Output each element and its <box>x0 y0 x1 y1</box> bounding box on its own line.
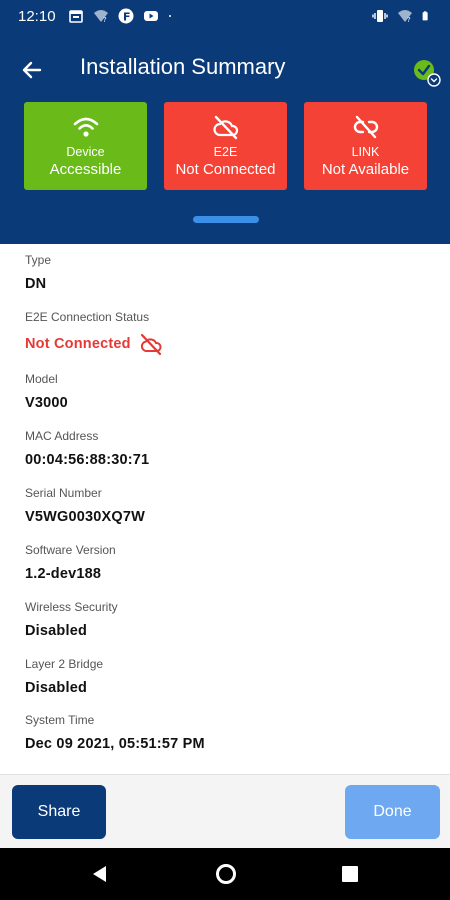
detail-value: Dec 09 2021, 05:51:57 PM <box>25 736 205 752</box>
detail-value: DN <box>25 276 47 292</box>
dot-icon <box>168 15 171 17</box>
detail-label: Wireless Security <box>25 600 118 614</box>
detail-serial-number: Serial Number V5WG0030XQ7W <box>25 486 145 526</box>
details-list[interactable]: Type DN E2E Connection Status Not Connec… <box>0 244 450 774</box>
status-bar: 12:10 ? F ? <box>0 0 450 32</box>
status-left-icons: ? F <box>68 8 176 24</box>
share-button[interactable]: Share <box>12 785 106 839</box>
detail-mac-address: MAC Address 00:04:56:88:30:71 <box>25 429 149 469</box>
done-button[interactable]: Done <box>345 785 440 839</box>
detail-wireless-security: Wireless Security Disabled <box>25 600 118 640</box>
status-time: 12:10 <box>18 7 56 25</box>
detail-label: Serial Number <box>25 486 102 500</box>
detail-label: MAC Address <box>25 429 99 443</box>
youtube-icon <box>143 11 158 21</box>
card-status: Accessible <box>49 160 122 178</box>
system-navigation-bar <box>0 848 450 900</box>
card-status: Not Available <box>321 160 410 178</box>
detail-label: System Time <box>25 713 95 727</box>
detail-value: V3000 <box>25 395 68 411</box>
detail-type: Type DN <box>25 253 51 293</box>
detail-e2e-connection-status: E2E Connection Status Not Connected <box>25 310 163 356</box>
detail-label: Model <box>25 372 58 386</box>
svg-text:?: ? <box>407 16 411 24</box>
calendar-icon <box>68 10 83 23</box>
e2e-status-card[interactable]: E2E Not Connected <box>164 102 287 190</box>
detail-software-version: Software Version 1.2-dev188 <box>25 543 116 583</box>
detail-value-row: Not Connected <box>25 332 163 356</box>
app-f-icon: F <box>118 8 134 24</box>
card-title: LINK <box>351 144 380 159</box>
card-status: Not Connected <box>175 160 276 178</box>
wifi-icon <box>73 117 98 137</box>
nav-recents-icon[interactable] <box>338 862 362 886</box>
battery-icon <box>422 11 428 21</box>
detail-value: 1.2-dev188 <box>25 566 102 582</box>
detail-system-time: System Time Dec 09 2021, 05:51:57 PM <box>25 713 205 753</box>
link-status-card[interactable]: LINK Not Available <box>304 102 427 190</box>
nav-home-icon[interactable] <box>214 862 238 886</box>
detail-model: Model V3000 <box>25 372 68 412</box>
card-title: E2E <box>213 144 238 159</box>
detail-label: Type <box>25 253 52 267</box>
detail-label: Software Version <box>25 543 116 557</box>
detail-value: Not Connected <box>25 336 131 352</box>
link-off-icon <box>353 115 378 138</box>
status-right-icons: ? <box>372 8 432 24</box>
bottom-sheet-handle[interactable] <box>193 216 259 223</box>
detail-value: Disabled <box>25 623 88 639</box>
check-circle-icon[interactable] <box>411 58 441 88</box>
screen: 12:10 ? F ? Installation Summary Device … <box>0 0 450 900</box>
wifi-icon: ? <box>398 10 412 24</box>
detail-value: Disabled <box>25 680 88 696</box>
detail-value: V5WG0030XQ7W <box>25 509 146 525</box>
status-cards: Device Accessible E2E Not Connected LINK <box>24 102 428 190</box>
back-arrow-icon[interactable] <box>20 58 44 82</box>
svg-text:?: ? <box>103 16 107 24</box>
detail-label: E2E Connection Status <box>25 310 150 324</box>
cloud-off-icon <box>140 333 162 356</box>
vibrate-icon <box>372 10 388 22</box>
svg-text:F: F <box>123 11 131 24</box>
device-status-card[interactable]: Device Accessible <box>24 102 147 190</box>
card-title: Device <box>66 144 105 159</box>
detail-value: 00:04:56:88:30:71 <box>25 452 150 468</box>
detail-layer-2-bridge: Layer 2 Bridge Disabled <box>25 657 103 697</box>
wifi-question-icon: ? <box>93 10 108 24</box>
detail-label: Layer 2 Bridge <box>25 657 104 671</box>
cloud-off-icon <box>212 115 238 139</box>
nav-back-icon[interactable] <box>88 862 112 886</box>
page-title: Installation Summary <box>80 54 286 79</box>
bottom-action-bar: Share Done <box>0 774 450 848</box>
app-header: Installation Summary Device Accessible E… <box>0 32 450 244</box>
